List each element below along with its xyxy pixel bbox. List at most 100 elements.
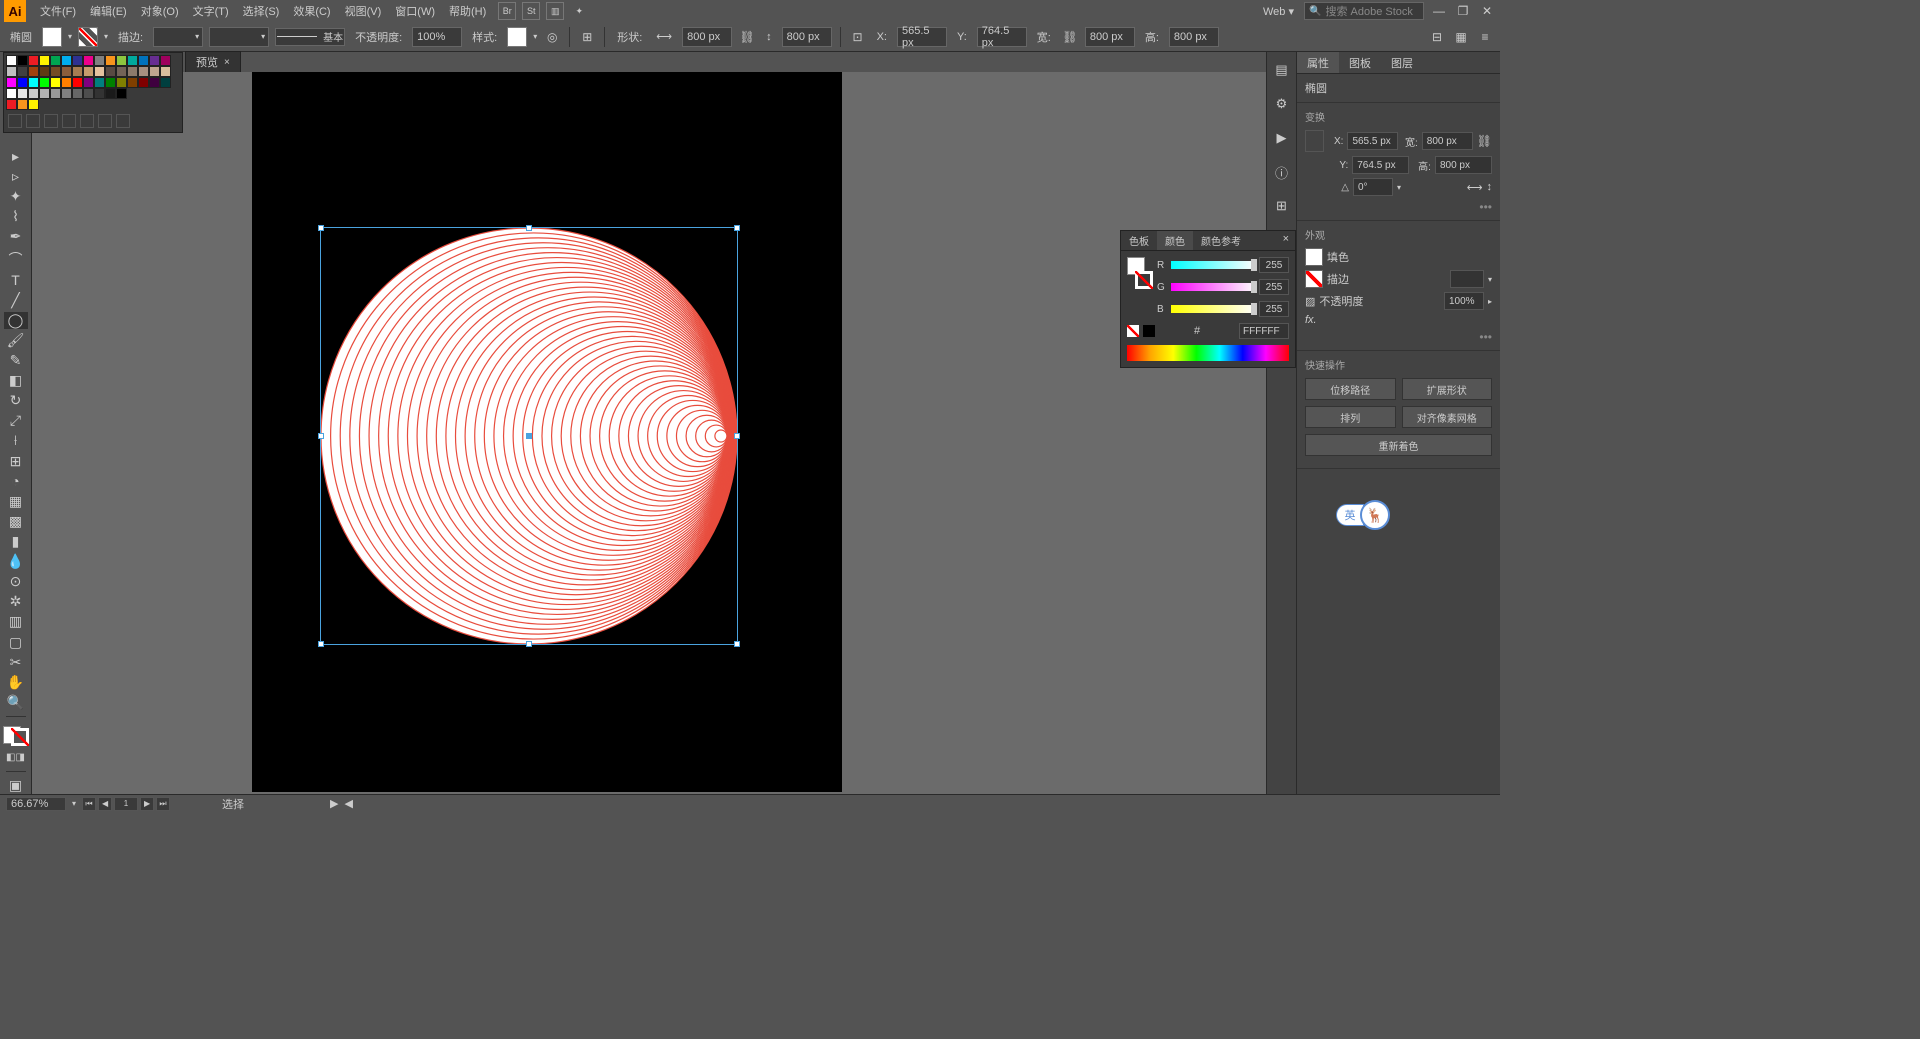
link-wh-icon[interactable]: ⛓ xyxy=(738,28,756,46)
direct-selection-tool[interactable]: ▹ xyxy=(4,168,28,185)
swatch-color[interactable] xyxy=(127,55,138,66)
swatch-color[interactable] xyxy=(94,88,105,99)
color-fillstroke-preview[interactable] xyxy=(1127,257,1153,289)
flip-h-icon[interactable]: ⟷ xyxy=(1467,181,1483,194)
btn-offset-path[interactable]: 位移路径 xyxy=(1305,378,1396,400)
tab-artboards[interactable]: 图板 xyxy=(1339,52,1381,73)
swatch-color[interactable] xyxy=(17,77,28,88)
swatch-color[interactable] xyxy=(17,88,28,99)
tab-close-icon[interactable]: × xyxy=(224,57,230,68)
scale-tool[interactable]: ⤢ xyxy=(4,412,28,429)
swatch-color[interactable] xyxy=(72,88,83,99)
swatch-color[interactable] xyxy=(50,55,61,66)
opacity-input[interactable]: 100% xyxy=(412,27,462,47)
actions-icon[interactable]: ▶ xyxy=(1272,128,1292,148)
menu-window[interactable]: 窗口(W) xyxy=(389,1,441,21)
swatch-color[interactable] xyxy=(39,66,50,77)
swatch-color[interactable] xyxy=(116,66,127,77)
swatch-tool-5[interactable] xyxy=(80,114,94,128)
btn-arrange[interactable]: 排列 xyxy=(1305,406,1396,428)
arrange-icon[interactable]: ▥ xyxy=(546,2,564,20)
prev-artboard-icon[interactable]: ◀ xyxy=(98,797,112,811)
swatch-color[interactable] xyxy=(6,66,17,77)
swatch-color[interactable] xyxy=(160,77,171,88)
properties-icon[interactable]: ▤ xyxy=(1272,60,1292,80)
b-value[interactable]: 255 xyxy=(1259,301,1289,317)
handle-ml[interactable] xyxy=(318,433,324,439)
swatch-tool-4[interactable] xyxy=(62,114,76,128)
swatch-color[interactable] xyxy=(138,66,149,77)
transform-more-icon[interactable]: ••• xyxy=(1305,200,1492,214)
menu-object[interactable]: 对象(O) xyxy=(135,1,185,21)
color-tab-color[interactable]: 颜色 xyxy=(1157,231,1193,250)
line-tool[interactable]: ╱ xyxy=(4,292,28,309)
r-slider[interactable] xyxy=(1171,261,1255,269)
align-icon[interactable]: ⊞ xyxy=(578,28,596,46)
swatch-color[interactable] xyxy=(127,66,138,77)
menu-help[interactable]: 帮助(H) xyxy=(443,1,492,21)
more-icon[interactable]: ≡ xyxy=(1476,28,1494,46)
reference-point-grid[interactable] xyxy=(1305,130,1324,152)
menu-effect[interactable]: 效果(C) xyxy=(287,1,336,21)
ime-indicator[interactable]: 英 🦌 xyxy=(1336,500,1390,530)
swatch-color[interactable] xyxy=(6,77,17,88)
swatch-color[interactable] xyxy=(17,55,28,66)
swatch-color[interactable] xyxy=(28,88,39,99)
g-slider[interactable] xyxy=(1171,283,1255,291)
swatch-tool-2[interactable] xyxy=(26,114,40,128)
lasso-tool[interactable]: ⌇ xyxy=(4,208,28,225)
settings-icon[interactable]: ⚙ xyxy=(1272,94,1292,114)
curvature-tool[interactable]: ⌒ xyxy=(4,249,28,269)
handle-bl[interactable] xyxy=(318,641,324,647)
column-graph-tool[interactable]: ▥ xyxy=(4,613,28,630)
menu-type[interactable]: 文字(T) xyxy=(187,1,235,21)
wide-input[interactable]: 800 px xyxy=(1085,27,1135,47)
color-panel-close-icon[interactable]: × xyxy=(1277,231,1295,250)
g-value[interactable]: 255 xyxy=(1259,279,1289,295)
align-panel-icon[interactable]: ⊞ xyxy=(1272,196,1292,216)
prop-stroke-swatch[interactable] xyxy=(1305,270,1323,288)
swatch-color[interactable] xyxy=(105,77,116,88)
handle-tr[interactable] xyxy=(734,225,740,231)
swatch-color[interactable] xyxy=(6,88,17,99)
stroke-weight-dropdown[interactable] xyxy=(153,27,203,47)
swatch-color[interactable] xyxy=(50,77,61,88)
menu-select[interactable]: 选择(S) xyxy=(237,1,286,21)
swatch-color[interactable] xyxy=(83,55,94,66)
zoom-input[interactable]: 66.67% xyxy=(6,797,66,811)
swatch-color[interactable] xyxy=(72,66,83,77)
symbol-sprayer-tool[interactable]: ✲ xyxy=(4,593,28,610)
swatch-tool-7[interactable] xyxy=(116,114,130,128)
prop-w-input[interactable]: 800 px xyxy=(1422,132,1473,150)
prop-y-input[interactable]: 764.5 px xyxy=(1352,156,1409,174)
swatch-color[interactable] xyxy=(28,55,39,66)
color-mode-icon[interactable]: ◧◨ xyxy=(4,749,28,766)
swatch-color[interactable] xyxy=(28,77,39,88)
swatch-color[interactable] xyxy=(105,66,116,77)
swatch-color[interactable] xyxy=(160,66,171,77)
maximize-button[interactable]: ❐ xyxy=(1454,2,1472,20)
btn-pixel-align[interactable]: 对齐像素网格 xyxy=(1402,406,1493,428)
swatch-color[interactable] xyxy=(72,55,83,66)
shape-w-input[interactable]: 800 px xyxy=(682,27,732,47)
menu-file[interactable]: 文件(F) xyxy=(34,1,82,21)
swatch-color[interactable] xyxy=(61,55,72,66)
blend-tool[interactable]: ⊙ xyxy=(4,573,28,590)
gradient-tool[interactable]: ▮ xyxy=(4,533,28,550)
swatch-color[interactable] xyxy=(50,66,61,77)
isolate-icon[interactable]: ⊟ xyxy=(1428,28,1446,46)
handle-br[interactable] xyxy=(734,641,740,647)
swatch-color[interactable] xyxy=(149,66,160,77)
gpu-icon[interactable]: ✦ xyxy=(570,2,588,20)
shape-h-input[interactable]: 800 px xyxy=(782,27,832,47)
swatch-color[interactable] xyxy=(17,99,28,110)
swatch-color[interactable] xyxy=(127,77,138,88)
swatch-color[interactable] xyxy=(160,55,171,66)
swatch-color[interactable] xyxy=(28,66,39,77)
b-slider[interactable] xyxy=(1171,305,1255,313)
swatch-color[interactable] xyxy=(105,55,116,66)
type-tool[interactable]: T xyxy=(4,272,28,289)
handle-bm[interactable] xyxy=(526,641,532,647)
swatch-color[interactable] xyxy=(39,88,50,99)
handle-mr[interactable] xyxy=(734,433,740,439)
